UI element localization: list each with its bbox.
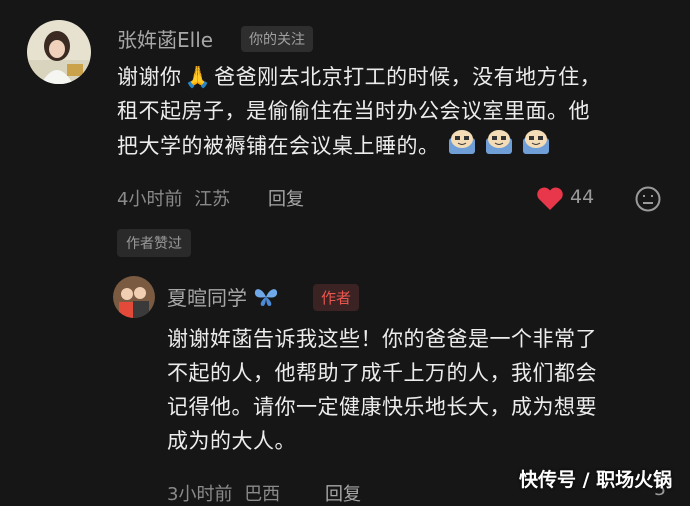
author-badge: 作者: [313, 284, 360, 311]
comment-like-button[interactable]: [536, 186, 564, 215]
heart-icon: [537, 187, 563, 210]
author-username[interactable]: 夏暄同学: [167, 282, 279, 311]
comment-time: 4小时前: [117, 189, 183, 210]
author-name: 夏暄同学: [167, 286, 247, 310]
reply-reply-button[interactable]: 回复: [325, 480, 361, 506]
watermark: 快传号 / 职场火锅: [519, 469, 673, 491]
comment-meta: 4小时前 江苏: [117, 185, 230, 211]
prayer-emoji: 🙏: [184, 65, 212, 89]
crying-emoji-icon: [521, 128, 551, 166]
comment-text-part: 谢谢你: [117, 65, 182, 89]
following-tag: 你的关注: [241, 26, 313, 52]
reply-text: 谢谢姩菡告诉我这些！你的爸爸是一个非常了 不起的人，他帮助了成千上万的人，我们都…: [167, 322, 667, 458]
author-avatar[interactable]: [113, 276, 155, 318]
comment-reply-button[interactable]: 回复: [268, 185, 304, 211]
reply-line-4: 成为的大人。: [167, 429, 296, 453]
author-liked-badge: 作者赞过: [117, 229, 191, 257]
comment-text-part: 爸爸刚去北京打工的时候，没有地方住，: [214, 65, 602, 89]
reply-line-2: 不起的人，他帮助了成千上万的人，我们都会: [167, 361, 597, 385]
reply-time: 3小时前: [167, 484, 233, 505]
comment-line-3: 把大学的被褥铺在会议桌上睡的。: [117, 128, 677, 166]
reply-meta: 3小时前 巴西: [167, 480, 280, 506]
comment-line-1: 谢谢你 🙏 爸爸刚去北京打工的时候，没有地方住，: [117, 60, 677, 94]
comment-line-2: 租不起房子，是偷偷住在当时办公会议室里面。他: [117, 99, 590, 123]
butterfly-icon: [255, 289, 278, 306]
reply-line-1: 谢谢姩菡告诉我这些！你的爸爸是一个非常了: [167, 327, 597, 351]
frown-face-icon: [635, 186, 661, 212]
commenter-avatar[interactable]: [27, 20, 91, 84]
comment-like-count: 44: [570, 186, 595, 208]
crying-emoji-icon: [484, 128, 514, 166]
reply-line-3: 记得他。请你一定健康快乐地长大，成为想要: [167, 395, 597, 419]
comment-text: 谢谢你 🙏 爸爸刚去北京打工的时候，没有地方住， 租不起房子，是偷偷住在当时办公会议…: [117, 60, 677, 166]
comment-location: 江苏: [194, 189, 231, 210]
dislike-button[interactable]: [634, 185, 662, 217]
commenter-username[interactable]: 张姩菡Elle: [117, 24, 213, 53]
reply-location: 巴西: [244, 484, 281, 505]
crying-emoji-icon: [447, 128, 477, 166]
